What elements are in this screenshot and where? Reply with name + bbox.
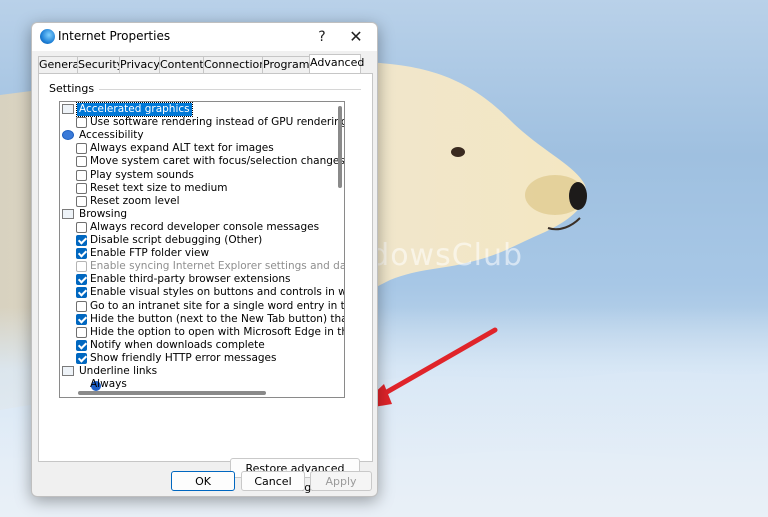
checkbox[interactable] (76, 313, 87, 325)
checkbox-label: Always record developer console messages (90, 220, 320, 233)
settings-group-label: Accelerated graphics (76, 102, 193, 117)
cancel-button[interactable]: Cancel (241, 471, 305, 491)
checkbox (76, 261, 87, 273)
checkbox-label: Play system sounds (90, 168, 194, 181)
settings-group[interactable]: Underline links (60, 365, 336, 378)
settings-checkbox-item[interactable]: Reset zoom level (60, 195, 336, 208)
ok-button[interactable]: OK (171, 471, 235, 491)
checkbox[interactable] (76, 117, 87, 129)
tab-security[interactable]: Security (77, 56, 123, 74)
tab-content[interactable]: Content (159, 56, 204, 74)
tab-privacy[interactable]: Privacy (119, 56, 160, 74)
apply-button[interactable]: Apply (310, 471, 372, 491)
checkbox-label: Hide the button (next to the New Tab but… (90, 312, 344, 325)
settings-divider (99, 89, 361, 90)
checkbox-label: Reset zoom level (90, 194, 180, 207)
checkbox[interactable] (76, 235, 87, 246)
checkbox[interactable] (76, 300, 87, 312)
vertical-scrollbar[interactable] (337, 104, 343, 376)
settings-checkbox-item[interactable]: Hide the option to open with Microsoft E… (60, 326, 344, 339)
settings-group-label: Settings (49, 82, 95, 95)
checkbox-label: Enable syncing Internet Explorer setting… (90, 260, 345, 273)
checkbox[interactable] (76, 156, 87, 168)
checkbox[interactable] (76, 287, 87, 299)
tab-general[interactable]: General (38, 56, 82, 74)
checkbox-label: Enable visual styles on buttons and cont… (90, 286, 344, 299)
checkbox[interactable] (76, 195, 87, 207)
monitor-icon (62, 366, 74, 376)
settings-checkbox-item[interactable]: Play system sounds (60, 169, 336, 182)
checkbox[interactable] (76, 274, 87, 286)
settings-checkbox-item[interactable]: Reset text size to medium (60, 182, 336, 195)
dialog-title: Internet Properties (58, 29, 171, 43)
checkbox-label: Always expand ALT text for images (90, 142, 274, 155)
checkbox[interactable] (76, 326, 87, 338)
settings-checkbox-item[interactable]: Enable FTP folder view (60, 247, 336, 260)
tab-programs[interactable]: Programs (262, 56, 315, 74)
settings-checkbox-item[interactable]: Always expand ALT text for images (60, 142, 336, 155)
checkbox-label: Enable FTP folder view (90, 247, 210, 260)
tab-connections[interactable]: Connections (203, 56, 272, 74)
checkbox-label: Reset text size to medium (90, 181, 228, 194)
monitor-icon (62, 208, 74, 219)
checkbox[interactable] (76, 143, 87, 155)
checkbox-label: Hide the option to open with Microsoft E… (90, 325, 344, 338)
settings-checkbox-item[interactable]: Disable script debugging (Other) (60, 234, 336, 247)
settings-group[interactable]: Browsing (60, 208, 336, 221)
checkbox[interactable] (76, 169, 87, 181)
checkbox-label: Show friendly HTTP error messages (90, 351, 277, 364)
settings-checkbox-item[interactable]: Move system caret with focus/selection c… (60, 155, 344, 168)
checkbox[interactable] (76, 339, 87, 351)
help-button[interactable]: ? (307, 25, 337, 49)
accessibility-icon (62, 130, 74, 141)
checkbox-label: Notify when downloads complete (90, 338, 265, 351)
checkbox-label: Use software rendering instead of GPU re… (90, 116, 345, 129)
checkbox-label: Move system caret with focus/selection c… (90, 155, 345, 168)
checkbox[interactable] (76, 352, 87, 364)
vertical-scroll-thumb[interactable] (338, 106, 342, 188)
internet-globe-icon (40, 29, 55, 44)
settings-group-label: Underline links (79, 365, 158, 377)
horizontal-scroll-thumb[interactable] (78, 391, 266, 395)
monitor-icon (62, 104, 74, 114)
settings-group[interactable]: Accessibility (60, 129, 336, 142)
checkbox-label: Go to an intranet site for a single word… (90, 299, 345, 312)
settings-checkbox-item[interactable]: Enable syncing Internet Explorer setting… (60, 260, 344, 273)
checkbox[interactable] (76, 248, 87, 260)
advanced-tab-page: Settings Accelerated graphics Use softwar… (38, 73, 373, 494)
settings-group-label: Browsing (79, 207, 128, 220)
settings-group[interactable]: Accelerated graphics (60, 102, 336, 117)
internet-properties-dialog: Internet Properties ? ✕ General Security… (31, 22, 378, 497)
horizontal-scrollbar[interactable] (62, 389, 334, 396)
settings-checkbox-item[interactable]: Notify when downloads complete (60, 339, 336, 352)
settings-checkbox-item[interactable]: Enable visual styles on buttons and cont… (60, 286, 344, 299)
settings-tree-list[interactable]: Accelerated graphics Use software renderi… (59, 101, 345, 398)
settings-group-label: Accessibility (79, 129, 144, 142)
settings-checkbox-item[interactable]: Go to an intranet site for a single word… (60, 300, 344, 313)
settings-checkbox-item[interactable]: Enable third-party browser extensions (60, 273, 336, 286)
checkbox[interactable] (76, 182, 87, 194)
close-button[interactable]: ✕ (341, 25, 371, 49)
settings-checkbox-item[interactable]: Use software rendering instead of GPU re… (60, 116, 344, 129)
settings-checkbox-item[interactable]: Show friendly HTTP error messages (60, 352, 336, 365)
checkbox[interactable] (76, 221, 87, 233)
checkbox-label: Disable script debugging (Other) (90, 234, 263, 246)
tab-advanced[interactable]: Advanced (309, 54, 364, 74)
settings-checkbox-item[interactable]: Always record developer console messages (60, 221, 336, 234)
checkbox-label: Enable third-party browser extensions (90, 273, 291, 286)
settings-checkbox-item[interactable]: Hide the button (next to the New Tab but… (60, 313, 344, 326)
title-bar[interactable]: Internet Properties ? ✕ (32, 23, 377, 51)
